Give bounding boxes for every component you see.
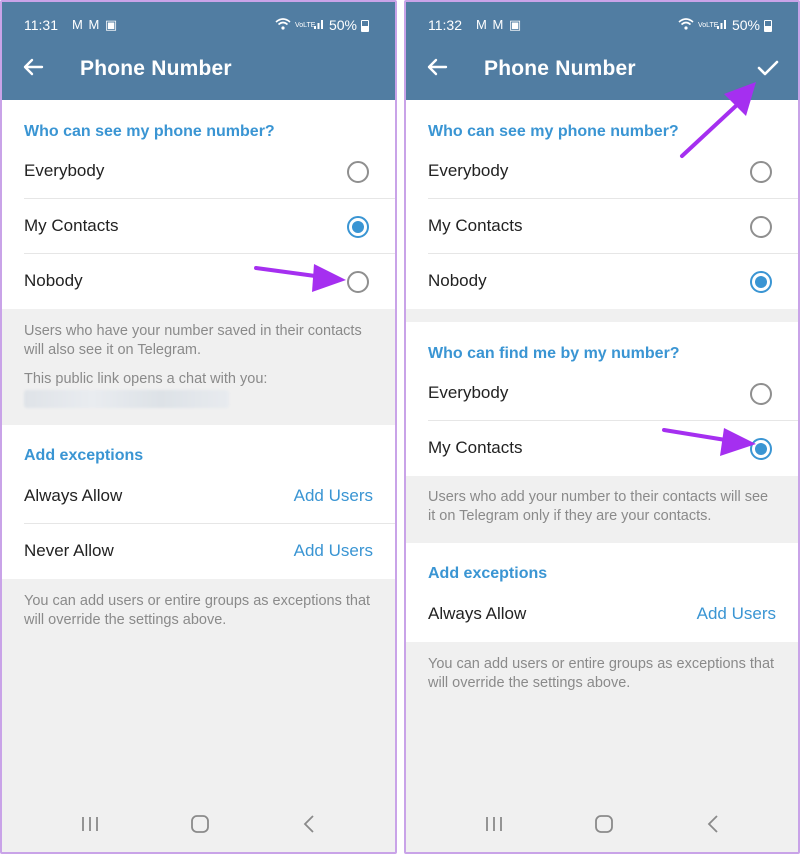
- network-label: VoLTE: [697, 21, 719, 29]
- section-title: Who can see my phone number?: [428, 123, 679, 140]
- footer-hint: You can add users or entire groups as ex…: [428, 656, 775, 691]
- option-label: My Contacts: [428, 438, 523, 457]
- add-users-button[interactable]: Add Users: [294, 486, 373, 506]
- always-allow-row[interactable]: Always Allow Add Users: [2, 469, 395, 524]
- battery-percent: 50%: [328, 17, 357, 33]
- system-nav-bar: [2, 796, 395, 852]
- radio-my-contacts[interactable]: [750, 216, 772, 238]
- status-time: 11:31: [24, 17, 58, 33]
- radio-everybody[interactable]: [347, 161, 369, 183]
- signal-icon: [313, 18, 325, 33]
- add-users-button[interactable]: Add Users: [294, 541, 373, 561]
- section-title: Who can see my phone number?: [24, 123, 275, 140]
- battery-icon: [361, 20, 369, 32]
- wifi-icon: [678, 17, 694, 33]
- recent-apps-icon[interactable]: [78, 812, 102, 836]
- always-allow-row[interactable]: Always Allow Add Users: [406, 587, 798, 642]
- hint-text: Users who add your number to their conta…: [428, 489, 769, 524]
- status-time: 11:32: [428, 17, 462, 33]
- notification-icons: M M ▣: [476, 17, 523, 32]
- add-users-button[interactable]: Add Users: [697, 604, 776, 624]
- option-label: Everybody: [428, 383, 509, 402]
- never-allow-row[interactable]: Never Allow Add Users: [2, 524, 395, 579]
- page-title: Phone Number: [484, 57, 636, 80]
- footer-hint: You can add users or entire groups as ex…: [24, 593, 371, 628]
- option-everybody[interactable]: Everybody: [2, 144, 395, 199]
- find-option-my-contacts[interactable]: My Contacts: [406, 421, 798, 476]
- back-nav-icon[interactable]: [298, 812, 322, 836]
- option-label: My Contacts: [428, 216, 523, 235]
- public-link-label: This public link opens a chat with you:: [24, 371, 268, 387]
- checkmark-icon[interactable]: [754, 54, 782, 82]
- status-right: VoLTE 50%: [275, 17, 369, 33]
- option-label: Everybody: [428, 161, 509, 180]
- status-bar: 11:31 M M ▣ VoLTE 50%: [2, 14, 395, 38]
- notification-icons: M M ▣: [72, 17, 119, 32]
- see-number-section: Who can see my phone number? Everybody M…: [2, 100, 395, 309]
- radio-find-everybody[interactable]: [750, 383, 772, 405]
- battery-percent: 50%: [731, 17, 760, 33]
- option-label: My Contacts: [24, 216, 119, 235]
- option-nobody[interactable]: Nobody: [406, 254, 798, 309]
- radio-nobody[interactable]: [347, 271, 369, 293]
- find-option-everybody[interactable]: Everybody: [406, 366, 798, 421]
- wifi-icon: [275, 17, 291, 33]
- row-label: Always Allow: [24, 486, 123, 505]
- blurred-public-link[interactable]: [24, 390, 229, 408]
- back-arrow-icon[interactable]: [422, 52, 452, 82]
- back-nav-icon[interactable]: [702, 812, 726, 836]
- status-right: VoLTE 50%: [678, 17, 772, 33]
- home-icon[interactable]: [592, 812, 616, 836]
- battery-icon: [764, 20, 772, 32]
- back-arrow-icon[interactable]: [18, 52, 48, 82]
- phone-screen-left: 11:31 M M ▣ VoLTE 50% Phone Number Who c…: [0, 0, 397, 854]
- row-label: Never Allow: [24, 541, 114, 560]
- hint-text: Users who have your number saved in thei…: [24, 323, 362, 358]
- option-label: Everybody: [24, 161, 105, 180]
- network-label: VoLTE: [294, 21, 316, 29]
- section-title: Who can find me by my number?: [428, 345, 680, 362]
- app-header: 11:32 M M ▣ VoLTE 50% Phone Number: [406, 2, 798, 100]
- find-number-section: Who can find me by my number? Everybody …: [406, 322, 798, 476]
- radio-my-contacts[interactable]: [347, 216, 369, 238]
- signal-icon: [716, 18, 728, 33]
- radio-find-my-contacts[interactable]: [750, 438, 772, 460]
- exceptions-section: Add exceptions Always Allow Add Users Ne…: [2, 425, 395, 579]
- radio-everybody[interactable]: [750, 161, 772, 183]
- exceptions-section: Add exceptions Always Allow Add Users: [406, 543, 798, 642]
- option-my-contacts[interactable]: My Contacts: [406, 199, 798, 254]
- option-label: Nobody: [428, 271, 487, 290]
- section-title: Add exceptions: [428, 565, 548, 582]
- system-nav-bar: [406, 796, 798, 852]
- section-title: Add exceptions: [24, 447, 144, 464]
- option-label: Nobody: [24, 271, 83, 290]
- phone-screen-right: 11:32 M M ▣ VoLTE 50% Phone Number Who c: [404, 0, 800, 854]
- row-label: Always Allow: [428, 604, 527, 623]
- recent-apps-icon[interactable]: [482, 812, 506, 836]
- status-bar: 11:32 M M ▣ VoLTE 50%: [406, 14, 798, 38]
- page-title: Phone Number: [80, 57, 232, 80]
- home-icon[interactable]: [188, 812, 212, 836]
- see-number-section: Who can see my phone number? Everybody M…: [406, 100, 798, 309]
- app-header: 11:31 M M ▣ VoLTE 50% Phone Number: [2, 2, 395, 100]
- radio-nobody[interactable]: [750, 271, 772, 293]
- option-my-contacts[interactable]: My Contacts: [2, 199, 395, 254]
- option-nobody[interactable]: Nobody: [2, 254, 395, 309]
- option-everybody[interactable]: Everybody: [406, 144, 798, 199]
